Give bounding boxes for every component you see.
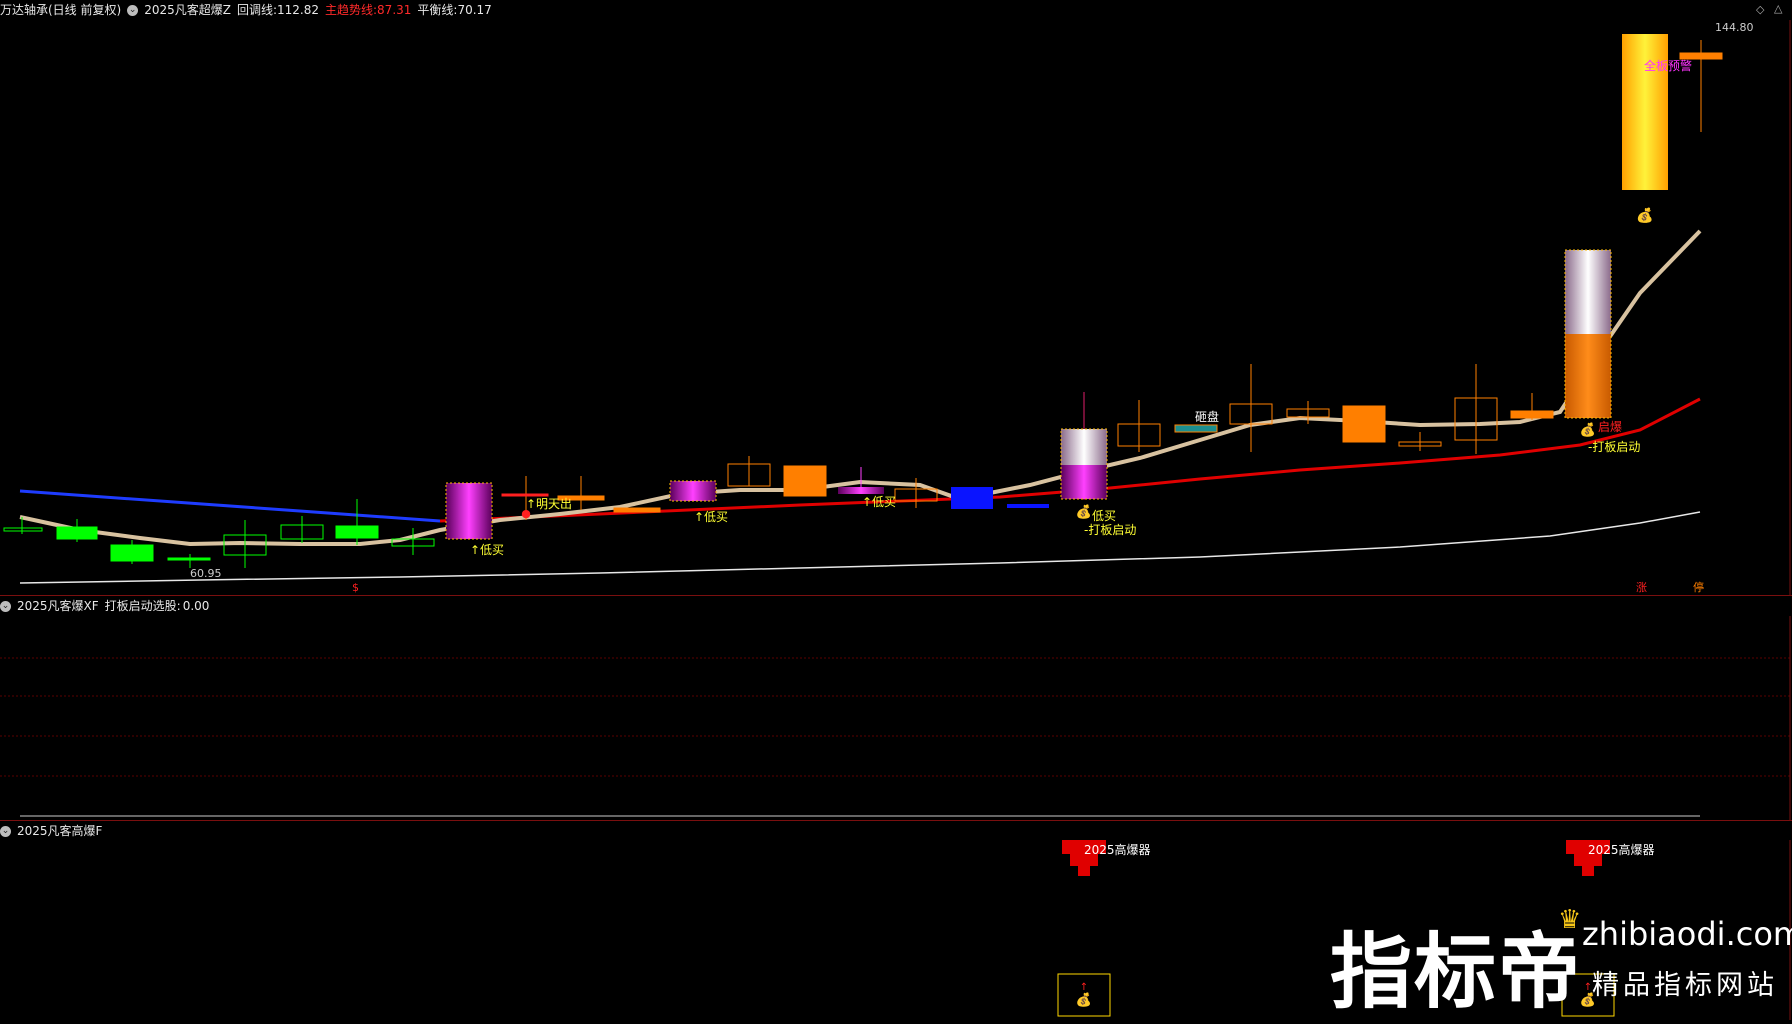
watermark: 指标帝 ♛ zhibiaodi.com 精品指标网站	[1330, 905, 1792, 1020]
sub2-header: ⌄ 2025凡客高爆F	[0, 821, 102, 841]
trend-label: 主趋势线:	[325, 3, 378, 17]
low-buy-label: ↑低买	[470, 543, 504, 557]
balance-label: 平衡线:	[417, 3, 458, 17]
blue-candle	[951, 487, 993, 509]
sub1-header: ⌄ 2025凡客爆XF 打板启动选股: 0.00	[0, 596, 209, 616]
panel-separator[interactable]	[0, 595, 1792, 596]
purple-candle	[445, 482, 493, 540]
indicator-toggle-icon[interactable]: ⌄	[0, 825, 11, 837]
signal-label: 2025高爆器	[1084, 842, 1151, 857]
rise-marker: 涨	[1636, 581, 1647, 594]
trend-value: 87.31	[377, 3, 412, 17]
sub1-chart[interactable]	[0, 616, 1792, 820]
bottom-marker: $	[352, 581, 359, 594]
purple-candle	[669, 480, 717, 502]
money-bag-icon: 💰	[1636, 207, 1653, 224]
high-price-label: 144.80	[1715, 21, 1754, 34]
low-buy-label: ↑低买	[862, 495, 896, 509]
watermark-slogan: 精品指标网站	[1592, 970, 1778, 1001]
sub1-label: 打板启动选股:	[104, 599, 181, 613]
collapse-icon[interactable]: △	[1774, 2, 1782, 15]
blue-candle	[1007, 504, 1049, 508]
money-bag-icon: 💰	[1076, 992, 1092, 1008]
start-candle-2	[1564, 249, 1612, 419]
sub1-value: 0.00	[182, 599, 210, 613]
money-bag-icon: 💰	[1076, 504, 1092, 520]
panel-separator[interactable]	[0, 820, 1792, 821]
board-start-label: -打板启动	[1084, 523, 1136, 537]
balance-value: 70.17	[457, 3, 492, 17]
indicator-name[interactable]: 2025凡客超爆Z	[144, 0, 231, 20]
low-price-label: 60.95	[190, 567, 222, 580]
low-buy-label: ↑低买	[694, 510, 728, 524]
sub2-indicator-name[interactable]: 2025凡客高爆F	[17, 821, 102, 841]
crown-icon: ♛	[1558, 905, 1582, 935]
diamond-icon[interactable]: ◇	[1756, 3, 1764, 16]
pullback-value: 112.82	[277, 3, 319, 17]
main-chart[interactable]: 💰 💰 💰 ● ↑低买 ↑明天出 ↑低买 ↑低买 低买 -打板启动 砸盘 启爆 …	[0, 20, 1792, 595]
main-header: 万达轴承(日线 前复权) ⌄ 2025凡客超爆Z 回调线: 112.82 主趋势线…	[0, 0, 492, 20]
low-buy-label: 低买	[1092, 509, 1116, 523]
indicator-toggle-icon[interactable]: ⌄	[127, 4, 139, 16]
arrow-up-icon: ↑	[1080, 982, 1088, 993]
indicator-toggle-icon[interactable]: ⌄	[0, 600, 11, 612]
stop-marker: 停	[1693, 580, 1704, 594]
smash-candle	[1174, 424, 1218, 433]
sub1-indicator-name[interactable]: 2025凡客爆XF	[17, 596, 99, 616]
board-start-label: -打板启动	[1588, 440, 1640, 454]
watermark-brand: 指标帝	[1330, 925, 1583, 1020]
start-label: 启爆	[1598, 420, 1622, 434]
watermark-url: zhibiaodi.com	[1582, 915, 1792, 953]
limit-up-candle	[1622, 34, 1668, 190]
pullback-label: 回调线:	[236, 3, 277, 17]
tomorrow-out-label: ↑明天出	[526, 497, 572, 511]
signal-label: 2025高爆器	[1588, 842, 1655, 857]
money-bag-icon: 💰	[1580, 422, 1596, 438]
full-board-warning-label: 全板预警	[1644, 58, 1692, 73]
stock-title[interactable]: 万达轴承(日线 前复权)	[0, 0, 121, 20]
smash-label: 砸盘	[1195, 409, 1219, 424]
